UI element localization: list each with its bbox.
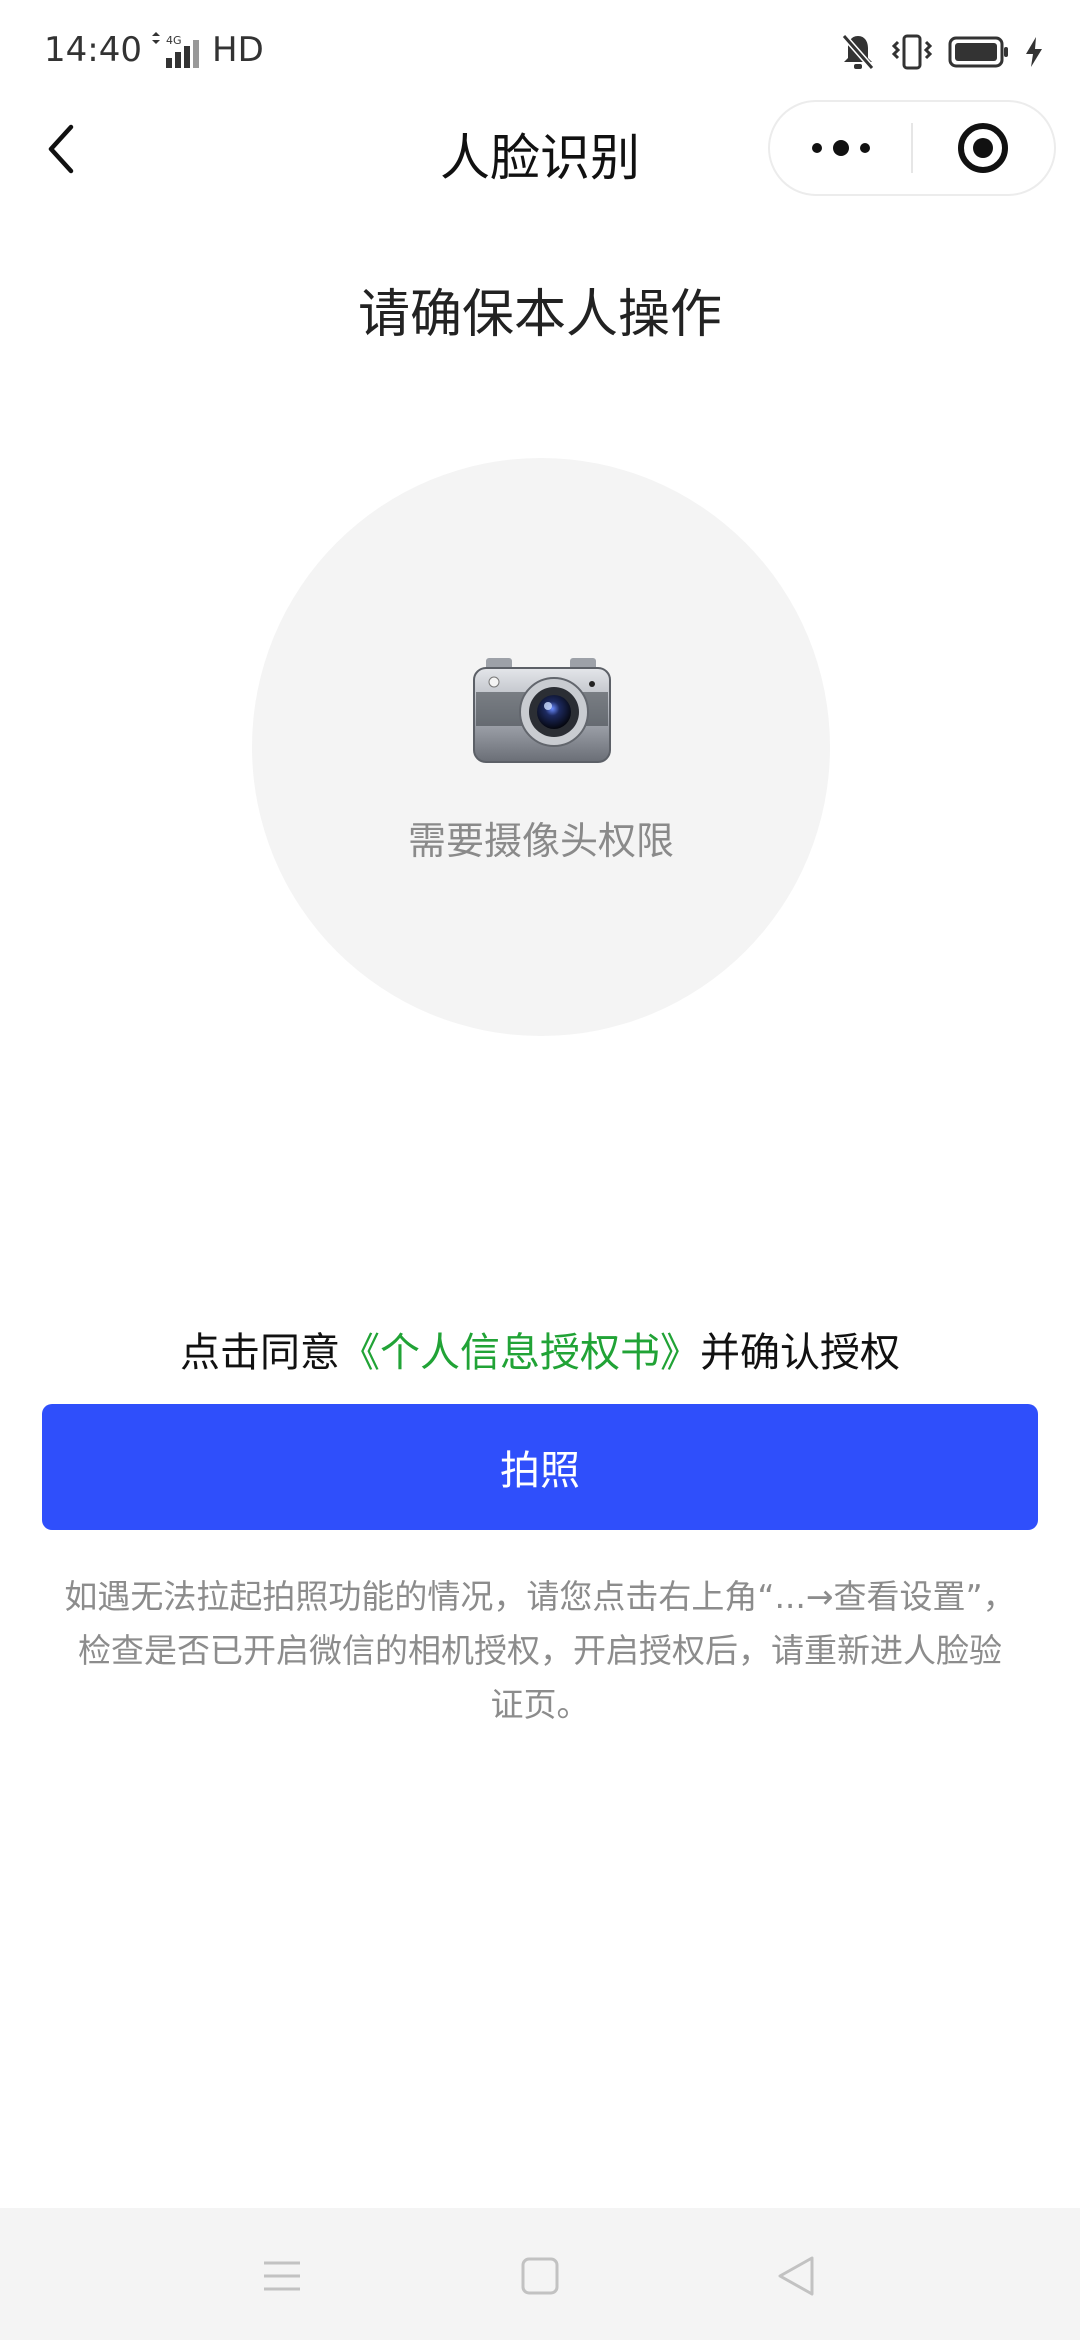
more-dots-icon [811,140,870,156]
consent-suffix: 并确认授权 [700,1330,900,1376]
network-hd-label: HD [212,30,264,70]
operation-heading: 请确保本人操作 [357,285,722,345]
status-icons [840,30,1044,74]
home-button[interactable] [510,2248,570,2304]
battery-icon [948,36,1008,68]
authorization-doc-link[interactable]: 《个人信息授权书》 [340,1330,700,1376]
charging-icon [1026,37,1042,67]
camera-preview-area[interactable]: 需要摄像头权限 [252,458,830,1036]
consent-line: 点击同意《个人信息授权书》并确认授权 [0,1320,1080,1378]
help-text: 如遇无法拉起拍照功能的情况，请您点击右上角“...→查看设置”，检查是否已开启微… [64,1577,1016,1724]
nav-bar: 人脸识别 [0,100,1080,200]
camera-icon [473,658,611,763]
status-bar: 14:40 4G HD [0,0,1080,100]
recent-apps-button[interactable] [252,2248,312,2304]
camera-permission-text: 需要摄像头权限 [407,819,674,863]
status-time: 14:40 [44,30,142,70]
target-close-icon [958,123,1009,173]
home-square-icon [521,2257,559,2295]
signal-icon: 4G [152,32,199,68]
capsule-menu [768,100,1056,196]
close-button[interactable] [913,102,1054,194]
take-photo-button[interactable]: 拍照 [42,1404,1038,1530]
vibrate-icon [891,34,933,70]
back-triangle-icon [778,2256,814,2296]
mute-icon [841,34,875,70]
menu-icon [264,2261,300,2291]
svg-text:4G: 4G [166,34,182,47]
more-button[interactable] [770,102,911,194]
consent-prefix: 点击同意 [180,1330,340,1376]
system-back-button[interactable] [766,2248,826,2304]
face-recognition-page: 14:40 4G HD 人脸识别 请确保本人操作 需要摄像头权限 点击同意《个人… [0,0,1080,2340]
system-nav-bar [0,2208,1080,2340]
